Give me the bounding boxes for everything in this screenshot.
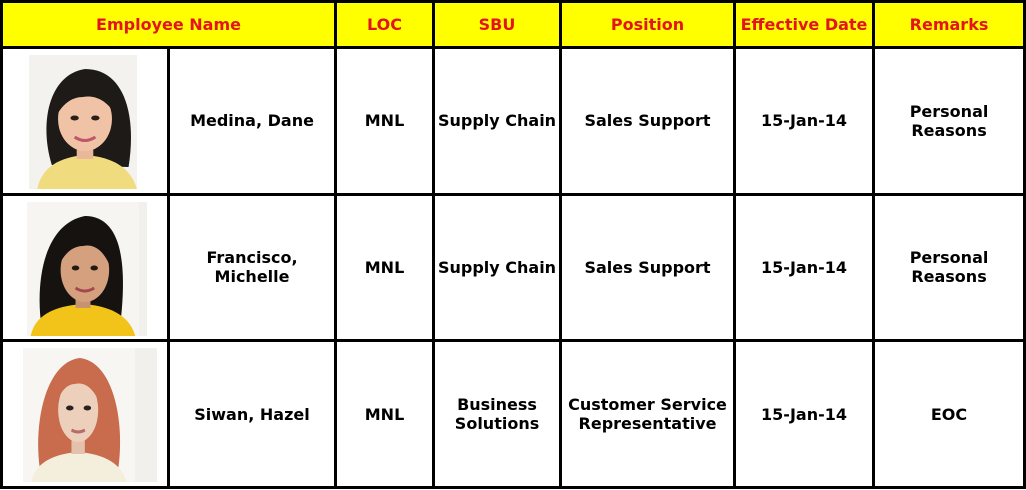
position-cell: Sales Support	[559, 192, 737, 343]
employee-photo	[27, 201, 147, 336]
remarks-cell: Personal Reasons	[872, 46, 1026, 196]
photo-cell	[0, 46, 170, 196]
photo-cell	[0, 339, 170, 489]
loc-cell: MNL	[334, 339, 436, 489]
loc-cell: MNL	[334, 46, 436, 196]
sbu-cell: Business Solutions	[432, 339, 563, 489]
sbu-cell: Supply Chain	[432, 46, 563, 196]
header-row: Employee Name LOC SBU Position Effective…	[0, 0, 1026, 49]
header-effective-date: Effective Date	[733, 0, 876, 49]
header-loc: LOC	[334, 0, 436, 49]
header-employee-name: Employee Name	[0, 0, 338, 49]
remarks-cell: EOC	[872, 339, 1026, 489]
employee-photo	[23, 348, 157, 483]
header-remarks: Remarks	[872, 0, 1026, 49]
table-row: Medina, Dane MNL Supply Chain Sales Supp…	[0, 46, 1026, 196]
table-row: Francisco, Michelle MNL Supply Chain Sal…	[0, 192, 1026, 343]
effective-date-cell: 15-Jan-14	[733, 339, 876, 489]
effective-date-cell: 15-Jan-14	[733, 192, 876, 343]
employee-photo	[29, 55, 137, 189]
employee-name: Medina, Dane	[166, 46, 338, 196]
loc-cell: MNL	[334, 192, 436, 343]
table-row: Siwan, Hazel MNL Business Solutions Cust…	[0, 339, 1026, 489]
header-sbu: SBU	[432, 0, 563, 49]
position-cell: Sales Support	[559, 46, 737, 196]
employee-name: Siwan, Hazel	[166, 339, 338, 489]
header-position: Position	[559, 0, 737, 49]
remarks-cell: Personal Reasons	[872, 192, 1026, 343]
position-cell: Customer Service Representative	[559, 339, 737, 489]
sbu-cell: Supply Chain	[432, 192, 563, 343]
effective-date-cell: 15-Jan-14	[733, 46, 876, 196]
employee-table: Employee Name LOC SBU Position Effective…	[0, 0, 1026, 489]
photo-cell	[0, 192, 170, 343]
employee-name: Francisco, Michelle	[166, 192, 338, 343]
